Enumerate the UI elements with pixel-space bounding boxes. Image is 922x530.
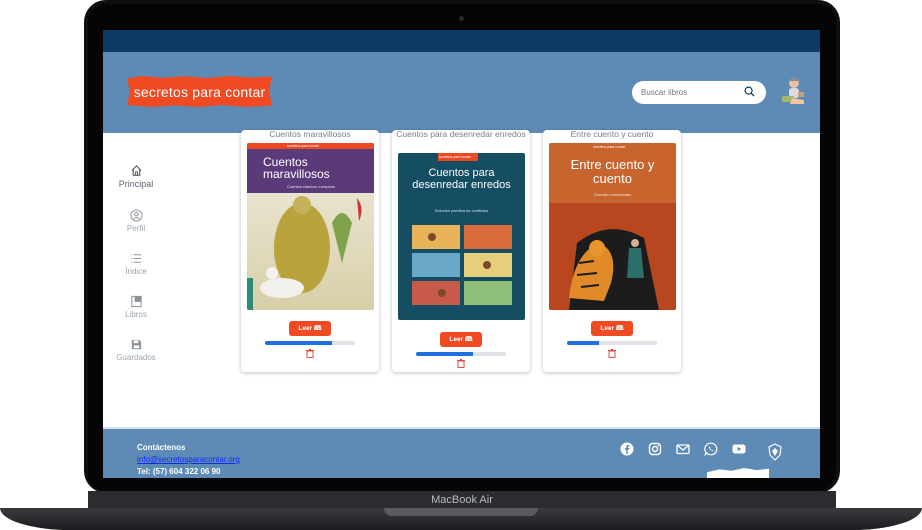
laptop-notch xyxy=(384,508,538,516)
reading-progress xyxy=(416,352,506,356)
cover-subtitle: Solución pacífica de conflictos xyxy=(434,208,489,213)
read-button[interactable]: Leer 🕮 xyxy=(289,321,331,336)
sidebar-item-label: Principal xyxy=(118,179,154,189)
footer-email-link[interactable]: info@secretosparacontar.org xyxy=(137,455,240,464)
sidebar-item-principal[interactable]: Principal xyxy=(103,164,169,189)
read-button[interactable]: Leer 🕮 xyxy=(440,332,482,347)
cover-illustration xyxy=(412,225,512,305)
cover-illustration xyxy=(247,196,362,310)
footer-decoration xyxy=(707,468,769,478)
browser-screen: secretos para contar Principal Perfil Ín… xyxy=(103,30,820,478)
progress-fill xyxy=(416,352,473,356)
book-title: Cuentos maravillosos xyxy=(269,129,351,139)
instagram-icon[interactable] xyxy=(648,442,662,456)
sidebar-item-perfil[interactable]: Perfil xyxy=(103,209,169,233)
device-label: MacBook Air xyxy=(431,494,493,506)
sidebar-item-guardados[interactable]: Guardados xyxy=(103,338,169,362)
reading-progress xyxy=(265,341,355,345)
trash-icon[interactable] xyxy=(608,349,616,358)
search-input[interactable] xyxy=(641,85,736,100)
facebook-icon[interactable] xyxy=(620,442,634,456)
cover-subtitle: Cuentos clásicos europeos xyxy=(287,184,336,189)
sidebar-item-label: Guardados xyxy=(116,353,156,362)
series-label: secretos para contar xyxy=(287,144,319,148)
sidebar: Principal Perfil Índice Libros Guardados xyxy=(103,133,169,423)
top-bar xyxy=(103,30,820,52)
sidebar-item-label: Perfil xyxy=(126,224,146,233)
series-label: secretos para contar xyxy=(593,145,625,149)
book-card: Cuentos maravillosos secretos para conta… xyxy=(241,130,379,372)
progress-fill xyxy=(567,341,599,345)
logo-text: secretos para contar xyxy=(133,83,266,100)
profile-icon xyxy=(129,209,143,222)
footer-emblem-icon xyxy=(768,443,782,461)
cover-subtitle: Grandes narraciones xyxy=(593,192,632,197)
cover-title: Cuentos para desenredar enredos xyxy=(412,167,511,191)
book-icon xyxy=(130,295,142,308)
trash-icon[interactable] xyxy=(306,349,314,358)
home-icon xyxy=(130,165,142,176)
site-footer: Contáctenos info@secretosparacontar.org … xyxy=(103,427,820,478)
sidebar-item-label: Libros xyxy=(125,310,147,319)
mail-icon[interactable] xyxy=(676,442,690,456)
book-title: Cuentos para desenredar enredos xyxy=(396,129,526,139)
book-card: Entre cuento y cuento secretos para cont… xyxy=(543,130,681,372)
read-button[interactable]: Leer 🕮 xyxy=(591,321,633,336)
footer-phone: Tel: (57) 604 322 06 90 xyxy=(137,467,221,476)
book-cover[interactable]: secretos para contar Cuentos para desenr… xyxy=(398,153,525,320)
book-card: Cuentos para desenredar enredos secretos… xyxy=(392,130,530,372)
sidebar-item-label: Índice xyxy=(125,267,147,276)
sidebar-item-libros[interactable]: Libros xyxy=(103,295,169,319)
progress-fill xyxy=(265,341,332,345)
avatar[interactable] xyxy=(778,74,808,109)
cover-title: Entre cuento y cuento xyxy=(570,157,655,186)
search-box xyxy=(632,81,766,104)
list-icon xyxy=(130,254,141,263)
site-header: secretos para contar xyxy=(103,52,820,133)
series-label: secretos para contar xyxy=(439,155,471,159)
trash-icon[interactable] xyxy=(457,359,465,368)
reading-progress xyxy=(567,341,657,345)
book-title: Entre cuento y cuento xyxy=(570,129,654,139)
sidebar-item-indice[interactable]: Índice xyxy=(103,252,169,276)
whatsapp-icon[interactable] xyxy=(704,442,718,456)
cover-title: Cuentos maravillosos xyxy=(263,155,330,181)
footer-contact-title: Contáctenos xyxy=(137,443,186,452)
youtube-icon[interactable] xyxy=(732,442,746,456)
search-icon[interactable] xyxy=(744,86,755,97)
book-cover[interactable]: secretos para contar Entre cuento y cuen… xyxy=(549,143,676,310)
site-logo[interactable]: secretos para contar xyxy=(127,76,272,107)
camera xyxy=(459,16,464,21)
book-cover[interactable]: secretos para contar Cuentos maravilloso… xyxy=(247,143,374,310)
save-icon xyxy=(131,339,141,350)
cover-illustration xyxy=(549,203,676,310)
